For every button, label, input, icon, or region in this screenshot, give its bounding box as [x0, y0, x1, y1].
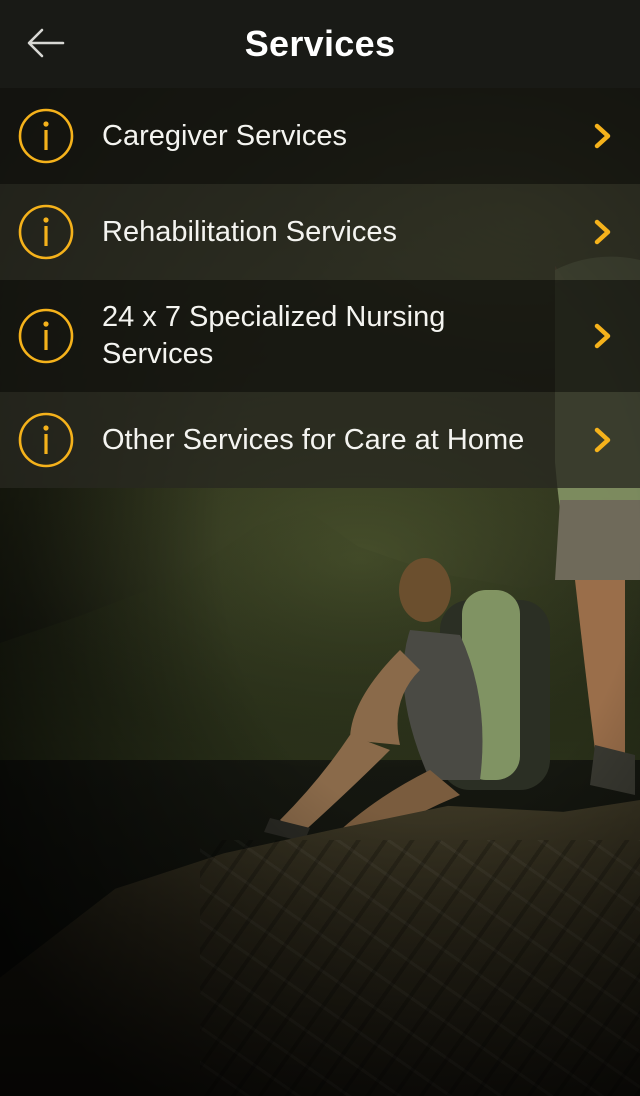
- info-icon: [18, 204, 74, 260]
- services-list: Caregiver Services Rehabilitation Servic…: [0, 88, 640, 488]
- list-item-caregiver-services[interactable]: Caregiver Services: [0, 88, 640, 184]
- page-title: Services: [244, 23, 396, 64]
- chevron-right-icon: [592, 426, 614, 454]
- info-icon: [18, 108, 74, 164]
- list-item-other-services-home[interactable]: Other Services for Care at Home: [0, 392, 640, 488]
- list-item-rehabilitation-services[interactable]: Rehabilitation Services: [0, 184, 640, 280]
- list-item-label: 24 x 7 Specialized Nursing Services: [102, 301, 446, 370]
- list-item-label: Caregiver Services: [102, 119, 347, 152]
- arrow-left-icon: [27, 28, 65, 58]
- back-button[interactable]: [18, 20, 74, 66]
- info-icon: [18, 412, 74, 468]
- chevron-right-icon: [592, 218, 614, 246]
- nav-header: Services: [0, 0, 640, 88]
- info-icon: [18, 308, 74, 364]
- list-item-label: Rehabilitation Services: [102, 215, 397, 248]
- list-item-specialized-nursing-services[interactable]: 24 x 7 Specialized Nursing Services: [0, 280, 640, 392]
- chevron-right-icon: [592, 322, 614, 350]
- chevron-right-icon: [592, 122, 614, 150]
- list-item-label: Other Services for Care at Home: [102, 423, 525, 456]
